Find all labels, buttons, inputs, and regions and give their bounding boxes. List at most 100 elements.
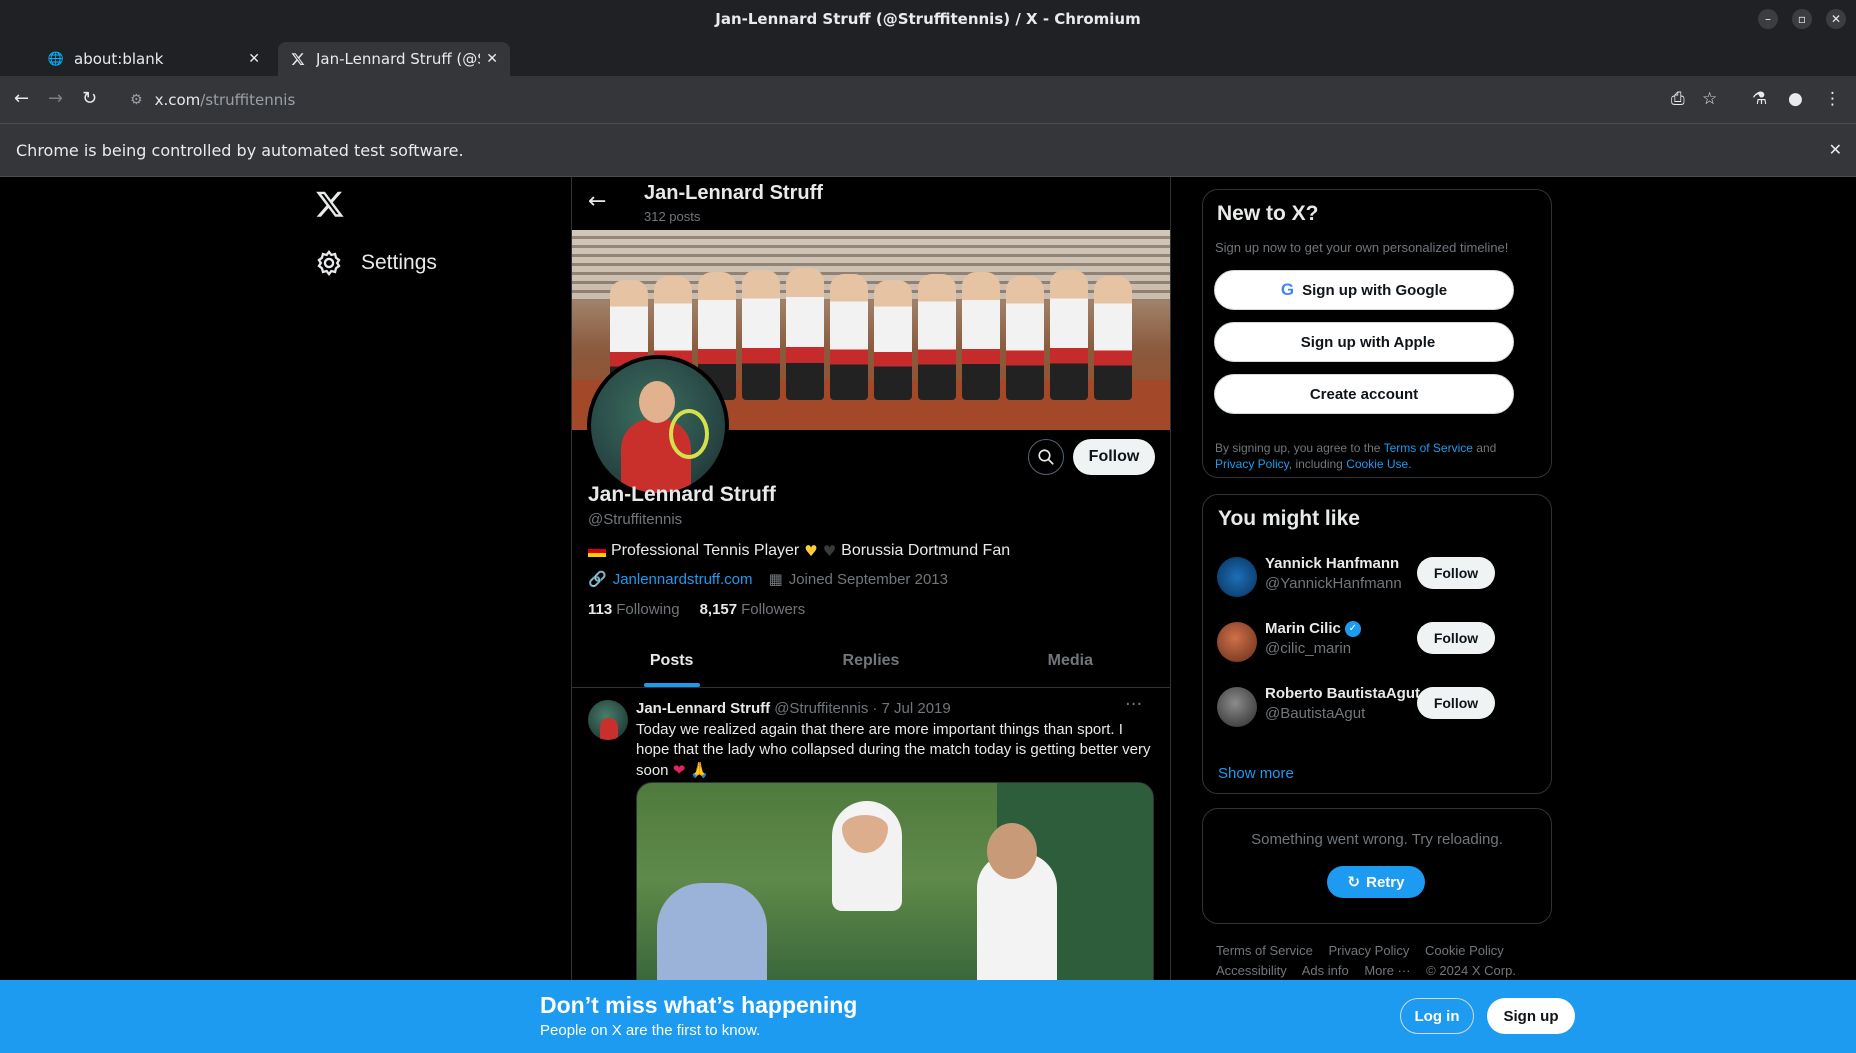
tab-strip: ⌄ 🌐 about:blank ✕ Jan-Lennard Struff (@S… (0, 38, 1856, 107)
post-avatar[interactable] (588, 700, 628, 740)
bookmark-star-icon[interactable]: ☆ (1702, 89, 1717, 109)
banner-person (1050, 270, 1088, 400)
avatar[interactable] (1217, 557, 1257, 597)
site-info-icon[interactable]: ⚙ (130, 92, 143, 108)
post-image-person-head (987, 823, 1037, 879)
suggested-user-handle: @YannickHanfmann (1265, 575, 1402, 592)
profile-column: ← Jan-Lennard Struff 312 posts Follow Ja… (571, 177, 1171, 1053)
tab-replies[interactable]: Replies (771, 635, 970, 687)
footer-link[interactable]: Cookie Policy (1425, 943, 1504, 958)
tab-x-profile[interactable]: Jan-Lennard Struff (@St ✕ (278, 42, 510, 76)
follow-button[interactable]: Follow (1417, 687, 1495, 719)
suggested-user[interactable]: Yannick Hanfmann @YannickHanfmann Follow (1217, 553, 1537, 601)
sign-up-apple-button[interactable]: Sign up with Apple (1214, 322, 1514, 362)
follow-button[interactable]: Follow (1073, 439, 1155, 475)
avatar[interactable] (1217, 687, 1257, 727)
follow-button[interactable]: Follow (1417, 557, 1495, 589)
x-logo-icon[interactable] (315, 189, 345, 219)
show-more-link[interactable]: Show more (1218, 765, 1294, 782)
banner-person (1094, 276, 1132, 400)
google-icon: G (1280, 280, 1295, 299)
reload-icon[interactable]: ↻ (82, 88, 97, 109)
footer-link[interactable]: Ads info (1302, 963, 1349, 978)
maximize-icon[interactable]: ▫ (1792, 9, 1812, 29)
sign-up-button[interactable]: Sign up (1487, 998, 1575, 1034)
window-controls: – ▫ ✕ (1758, 9, 1846, 29)
avatar-racket (669, 409, 709, 459)
window-title: Jan-Lennard Struff (@Struffitennis) / X … (715, 10, 1141, 28)
footer-link[interactable]: Accessibility (1216, 963, 1287, 978)
suggested-user[interactable]: Roberto BautistaAgut @BautistaAgut Follo… (1217, 683, 1537, 731)
google-label: Sign up with Google (1302, 281, 1448, 299)
verified-badge-icon: ✓ (1344, 620, 1361, 637)
footer-link[interactable]: Terms of Service (1216, 943, 1313, 958)
calendar-icon: ▦ (768, 570, 783, 588)
profile-avatar[interactable] (587, 355, 729, 497)
following-count: 113 (588, 601, 613, 618)
tab-media[interactable]: Media (971, 635, 1170, 687)
joined-date: Joined September 2013 (788, 570, 948, 588)
follow-button[interactable]: Follow (1417, 622, 1495, 654)
labs-flask-icon[interactable]: ⚗ (1752, 89, 1767, 109)
followers-label: Followers (741, 601, 806, 618)
suggested-user-handle: @BautistaAgut (1265, 705, 1366, 722)
tab-close-icon[interactable]: ✕ (486, 51, 498, 67)
you-might-like-card: You might like Yannick Hanfmann @Yannick… (1202, 494, 1552, 794)
followers-stat[interactable]: 8,157 Followers (700, 601, 806, 618)
new-to-x-subtitle: Sign up now to get your own personalized… (1215, 240, 1509, 255)
following-stat[interactable]: 113 Following (588, 601, 680, 618)
new-to-x-title: New to X? (1217, 202, 1319, 225)
profile-tabs: Posts Replies Media (572, 635, 1170, 688)
legal-including: , including (1288, 457, 1343, 471)
infobar-close-icon[interactable]: ✕ (1829, 140, 1842, 159)
create-account-button[interactable]: Create account (1214, 374, 1514, 414)
profile-handle: @Struffitennis (588, 511, 683, 528)
profile-bio: Professional Tennis Player ♥ ♥ Borussia … (588, 542, 1010, 560)
search-profile-button[interactable] (1028, 439, 1064, 475)
back-arrow-icon[interactable]: ← (588, 189, 606, 214)
bottom-bar-headline: Don’t miss what’s happening (540, 992, 858, 1018)
more-options-icon[interactable]: ··· (1125, 694, 1142, 715)
retry-button[interactable]: ↻ Retry (1327, 866, 1425, 898)
log-in-button[interactable]: Log in (1400, 998, 1474, 1034)
website-link[interactable]: Janlennardstruff.com (613, 571, 753, 588)
bio-text-2: Borussia Dortmund Fan (841, 542, 1011, 559)
automation-infobar: Chrome is being controlled by automated … (0, 124, 1856, 177)
banner-person (786, 268, 824, 400)
header-name: Jan-Lennard Struff (644, 182, 823, 204)
window-titlebar: Jan-Lennard Struff (@Struffitennis) / X … (0, 0, 1856, 38)
address-bar[interactable]: ⚙ x.com/struffitennis (122, 82, 1662, 118)
retry-label: Retry (1366, 873, 1405, 891)
post-author[interactable]: Jan-Lennard Struff (636, 700, 770, 717)
sidebar-item-settings[interactable]: Settings (315, 249, 437, 277)
privacy-link[interactable]: Privacy Policy (1215, 457, 1289, 471)
tab-close-icon[interactable]: ✕ (248, 51, 260, 67)
minimize-icon[interactable]: – (1758, 9, 1778, 29)
banner-person (830, 274, 868, 400)
menu-kebab-icon[interactable]: ⋮ (1824, 89, 1841, 109)
profile-icon[interactable]: ● (1788, 89, 1803, 109)
back-arrow-icon[interactable]: ← (14, 88, 29, 109)
sidebar-footer: Terms of Service Privacy Policy Cookie P… (1216, 941, 1546, 981)
avatar[interactable] (1217, 622, 1257, 662)
post-handle[interactable]: @Struffitennis (774, 700, 868, 717)
tab-about-blank[interactable]: 🌐 about:blank ✕ (36, 42, 272, 76)
footer-link[interactable]: More ··· (1364, 963, 1410, 978)
error-message: Something went wrong. Try reloading. (1251, 831, 1503, 848)
url-path: /struffitennis (200, 91, 296, 109)
sign-up-google-button[interactable]: G Sign up with Google (1214, 270, 1514, 310)
install-app-icon[interactable]: ⎙ (1671, 89, 1685, 109)
profile-meta: 🔗 Janlennardstruff.com ▦ Joined Septembe… (588, 570, 948, 588)
legal-and: and (1476, 441, 1497, 455)
followers-count: 8,157 (699, 601, 738, 618)
forward-arrow-icon[interactable]: → (48, 88, 63, 109)
close-icon[interactable]: ✕ (1826, 9, 1846, 29)
terms-link[interactable]: Terms of Service (1384, 441, 1473, 455)
post-text: Today we realized again that there are m… (636, 720, 1156, 781)
post-date[interactable]: · 7 Jul 2019 (872, 700, 950, 717)
search-icon (1038, 449, 1054, 465)
cookie-link[interactable]: Cookie Use. (1346, 457, 1411, 471)
footer-link[interactable]: Privacy Policy (1328, 943, 1409, 958)
suggested-user[interactable]: Marin Cilic ✓ @cilic_marin Follow (1217, 618, 1537, 666)
tab-posts[interactable]: Posts (572, 635, 771, 687)
